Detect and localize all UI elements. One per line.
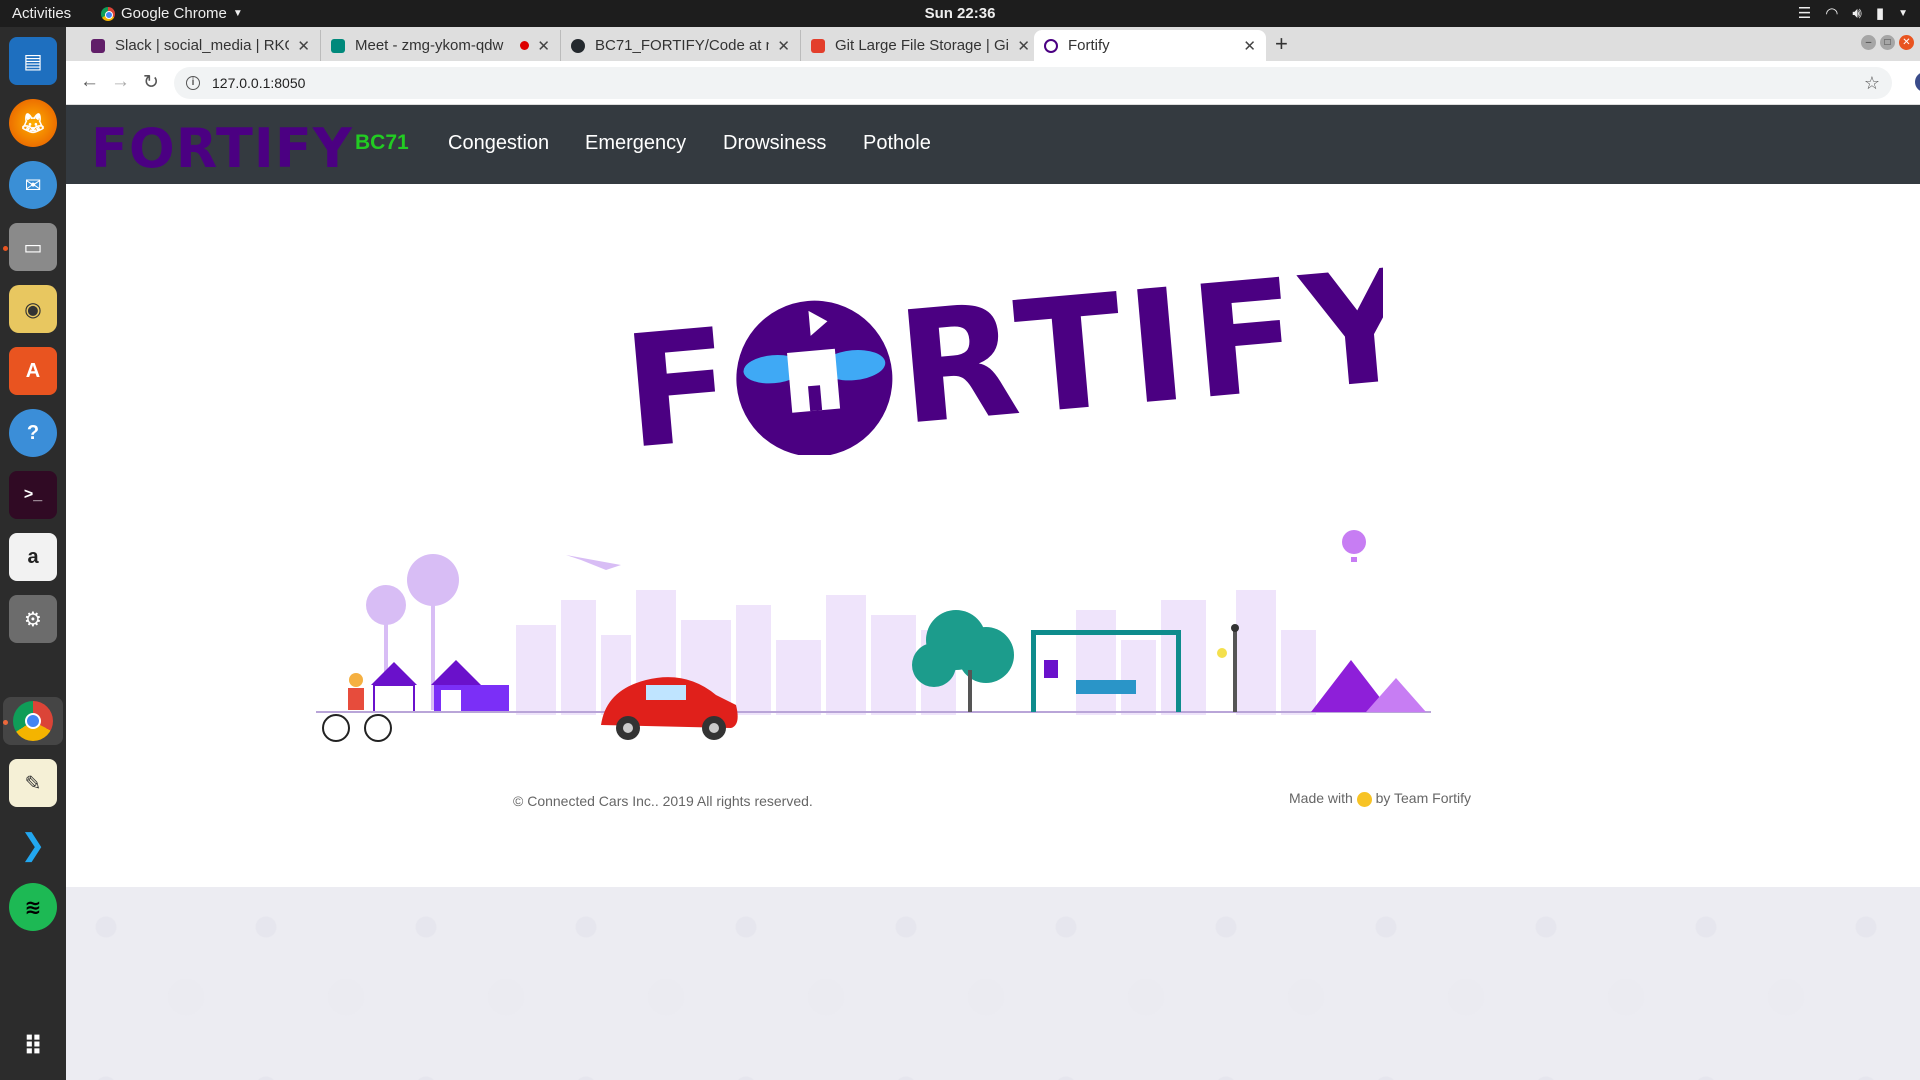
- tab-fortify[interactable]: Fortify ✕: [1034, 30, 1266, 61]
- close-icon[interactable]: ✕: [1243, 37, 1256, 55]
- minimize-button[interactable]: –: [1861, 35, 1876, 50]
- heart-eyes-emoji-icon: [1356, 791, 1372, 807]
- background-pattern: [66, 887, 1920, 1080]
- tab-title: Fortify: [1068, 37, 1110, 54]
- wifi-icon[interactable]: ◠: [1825, 4, 1838, 22]
- slack-icon: [91, 38, 105, 53]
- recording-icon: [520, 41, 530, 50]
- balloon-basket: [1351, 557, 1357, 562]
- nav-link-emergency[interactable]: Emergency: [585, 132, 686, 155]
- back-arrow-icon[interactable]: ←: [80, 71, 99, 93]
- tab-title: Meet - zmg-ykom-qdw: [355, 37, 504, 54]
- reload-icon[interactable]: ↻: [143, 71, 159, 94]
- nav-link-pothole[interactable]: Pothole: [863, 132, 931, 155]
- system-tray[interactable]: ☰ ◠ 🔊︎ ▮ ▼: [1798, 4, 1908, 23]
- maximize-button[interactable]: □: [1880, 35, 1895, 50]
- rhythmbox-icon[interactable]: ◉: [9, 285, 57, 333]
- made-with-prefix: Made with: [1289, 790, 1353, 806]
- battery-icon[interactable]: ▮: [1876, 4, 1884, 22]
- made-with-suffix: by Team Fortify: [1375, 790, 1472, 806]
- houses: [371, 660, 509, 713]
- tab-slack[interactable]: Slack | social_media | RKG ✕: [81, 30, 321, 61]
- hero-logo: F RTIFY: [66, 255, 1920, 455]
- logo-letter-f: F: [617, 294, 744, 455]
- hot-air-balloon-icon: [1342, 530, 1366, 554]
- address-bar[interactable]: i 127.0.0.1:8050 ☆: [174, 67, 1892, 99]
- menu-icon[interactable]: ☰: [1798, 4, 1811, 22]
- close-icon[interactable]: ✕: [1017, 37, 1030, 55]
- terminal-icon[interactable]: >_: [9, 471, 57, 519]
- tab-github[interactable]: BC71_FORTIFY/Code at m ✕: [561, 30, 801, 61]
- brand-tag[interactable]: BC71: [355, 131, 409, 155]
- fortify-logo-svg: F RTIFY: [617, 255, 1383, 455]
- spotify-icon[interactable]: ≋: [9, 883, 57, 931]
- system-top-bar: Activities Google Chrome ▼ Sun 22:36 ☰ ◠…: [0, 0, 1920, 27]
- nav-link-congestion[interactable]: Congestion: [448, 132, 549, 155]
- profile-avatar[interactable]: [1915, 72, 1920, 92]
- castle-door: [808, 385, 823, 412]
- new-tab-button[interactable]: +: [1275, 31, 1288, 57]
- tab-strip: Slack | social_media | RKG ✕ Meet - zmg-…: [66, 27, 1920, 61]
- bookmark-star-icon[interactable]: ☆: [1864, 73, 1880, 94]
- chrome-icon: [101, 6, 115, 21]
- footer-copyright: © Connected Cars Inc.. 2019 All rights r…: [513, 793, 813, 809]
- browser-window: Slack | social_media | RKG ✕ Meet - zmg-…: [66, 27, 1920, 1080]
- tab-title: BC71_FORTIFY/Code at m: [595, 37, 770, 54]
- volume-icon[interactable]: 🔊︎: [1852, 5, 1861, 22]
- files-icon[interactable]: ▭: [9, 223, 57, 271]
- close-icon[interactable]: ✕: [777, 37, 790, 55]
- thunderbird-icon[interactable]: ✉: [9, 161, 57, 209]
- help-icon[interactable]: ?: [9, 409, 57, 457]
- city-illustration: [316, 530, 1431, 742]
- page-content: FORTIFY BC71 Congestion Emergency Drowsi…: [66, 105, 1920, 1080]
- amazon-icon[interactable]: a: [9, 533, 57, 581]
- settings-icon[interactable]: ⚙: [9, 595, 57, 643]
- firefox-icon[interactable]: 🦊︎: [9, 99, 57, 147]
- footer-made-with: Made with by Team Fortify: [1289, 790, 1471, 807]
- brand-logo[interactable]: FORTIFY: [91, 117, 353, 180]
- chrome-icon[interactable]: [3, 697, 63, 745]
- tab-meet[interactable]: Meet - zmg-ykom-qdw ✕: [321, 30, 561, 61]
- tab-title: Slack | social_media | RKG: [115, 37, 290, 54]
- tab-title: Git Large File Storage | Gi: [835, 37, 1009, 54]
- street-lamp-icon: [1217, 624, 1239, 712]
- nav-link-drowsiness[interactable]: Drowsiness: [723, 132, 826, 155]
- site-navbar: FORTIFY BC71 Congestion Emergency Drowsi…: [66, 105, 1920, 184]
- app-menu-label: Google Chrome: [121, 5, 227, 22]
- caret-down-icon: ▼: [232, 8, 243, 19]
- forward-arrow-icon[interactable]: →: [111, 71, 130, 93]
- close-icon[interactable]: ✕: [537, 37, 550, 55]
- fortify-icon: [1044, 38, 1058, 53]
- text-editor-icon[interactable]: ✎: [9, 759, 57, 807]
- running-indicator: [3, 246, 8, 251]
- tab-git-lfs[interactable]: Git Large File Storage | Gi ✕: [801, 30, 1041, 61]
- software-center-icon[interactable]: A: [9, 347, 57, 395]
- dock: ▤ 🦊︎ ✉ ▭ ◉ A ? >_ a ⚙ ✎ ❯ ≋ ⠿: [0, 27, 66, 1080]
- info-icon[interactable]: i: [186, 76, 200, 90]
- clock[interactable]: Sun 22:36: [925, 5, 996, 22]
- airplane-icon: [566, 555, 621, 570]
- libreoffice-writer-icon[interactable]: ▤: [9, 37, 57, 85]
- url-text: 127.0.0.1:8050: [212, 75, 306, 91]
- github-icon: [571, 38, 585, 53]
- vscode-icon[interactable]: ❯: [9, 821, 57, 869]
- close-icon[interactable]: ✕: [297, 37, 310, 55]
- app-menu[interactable]: Google Chrome ▼: [101, 5, 243, 22]
- activities-button[interactable]: Activities: [12, 5, 71, 22]
- git-lfs-icon: [811, 38, 825, 53]
- window-close-button[interactable]: ✕: [1899, 35, 1914, 50]
- app-grid-icon[interactable]: ⠿: [9, 1022, 57, 1070]
- meet-icon: [331, 38, 345, 53]
- caret-down-icon[interactable]: ▼: [1898, 8, 1908, 19]
- browser-toolbar: ← → ↻ i 127.0.0.1:8050 ☆: [66, 61, 1920, 105]
- logo-letters-rtify: RTIFY: [891, 255, 1383, 455]
